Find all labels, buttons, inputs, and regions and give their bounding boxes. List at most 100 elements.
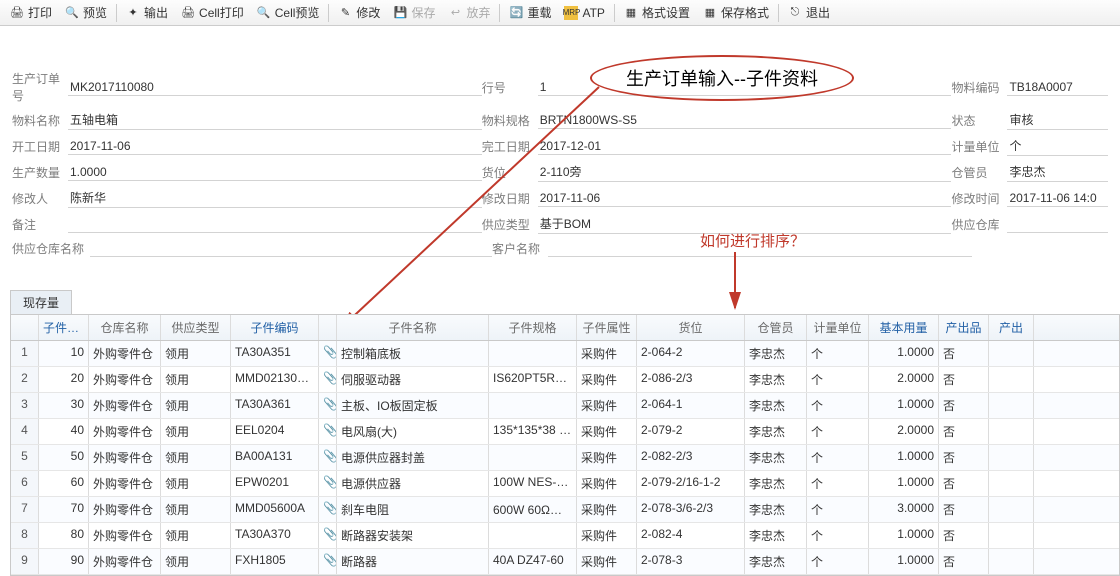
cell bbox=[489, 523, 577, 548]
lbl-unit: 计量单位 bbox=[951, 138, 1007, 155]
cell: EPW0201 bbox=[231, 471, 319, 496]
cell: 135*135*38 2… bbox=[489, 419, 577, 444]
col-index[interactable] bbox=[11, 315, 39, 340]
val-mat-code[interactable]: TB18A0007 bbox=[1007, 79, 1108, 96]
table-row[interactable]: 110外购零件仓领用TA30A351📎控制箱底板采购件2-064-2李忠杰个1.… bbox=[11, 341, 1119, 367]
toolbar-icon: ▦ bbox=[703, 6, 717, 20]
tab-stock[interactable]: 现存量 bbox=[10, 290, 72, 314]
col-base[interactable]: 基本用量 bbox=[869, 315, 939, 340]
cell: 3.0000 bbox=[869, 497, 939, 522]
cell: 4 bbox=[11, 419, 39, 444]
cell: 领用 bbox=[161, 393, 231, 418]
val-loc[interactable]: 2-110旁 bbox=[538, 162, 952, 182]
cell: MMD05600A bbox=[231, 497, 319, 522]
toolbar-格式设置[interactable]: ▦格式设置 bbox=[618, 2, 696, 23]
col-code[interactable]: 子件编码 bbox=[231, 315, 319, 340]
toolbar-Cell预览[interactable]: 🔍Cell预览 bbox=[251, 2, 326, 23]
toolbar-保存格式[interactable]: ▦保存格式 bbox=[697, 2, 775, 23]
toolbar-icon: ▦ bbox=[624, 6, 638, 20]
toolbar-重载[interactable]: 🔄重载 bbox=[503, 2, 557, 23]
toolbar-退出[interactable]: ⎋退出 bbox=[782, 2, 836, 23]
toolbar-修改[interactable]: ✎ 修改 bbox=[332, 2, 386, 23]
col-unit[interactable]: 计量单位 bbox=[807, 315, 869, 340]
table-row[interactable]: 330外购零件仓领用TA30A361📎主板、IO板固定板采购件2-064-1李忠… bbox=[11, 393, 1119, 419]
toolbar-打印[interactable]: 🖨打印 bbox=[4, 2, 58, 23]
val-keeper[interactable]: 李忠杰 bbox=[1007, 162, 1108, 182]
val-remark[interactable] bbox=[68, 216, 482, 233]
val-qty[interactable]: 1.0000 bbox=[68, 164, 482, 181]
cell: 李忠杰 bbox=[745, 419, 807, 444]
cell: 领用 bbox=[161, 445, 231, 470]
col-spec[interactable]: 子件规格 bbox=[489, 315, 577, 340]
val-end[interactable]: 2017-12-01 bbox=[538, 138, 952, 155]
col-row[interactable]: 子件行… bbox=[39, 315, 89, 340]
toolbar-输出[interactable]: ✦输出 bbox=[120, 2, 174, 23]
col-sup[interactable]: 供应类型 bbox=[161, 315, 231, 340]
val-sup-wh[interactable] bbox=[1007, 216, 1108, 233]
val-mod-date[interactable]: 2017-11-06 bbox=[538, 190, 952, 207]
table-row[interactable]: 220外购零件仓领用MMD021300H…📎伺服驱动器IS620PT5R4I…采… bbox=[11, 367, 1119, 393]
col-loc[interactable]: 货位 bbox=[637, 315, 745, 340]
cell: 📎 bbox=[319, 367, 337, 392]
cell: 50 bbox=[39, 445, 89, 470]
col-out[interactable]: 产出品 bbox=[939, 315, 989, 340]
cell: 李忠杰 bbox=[745, 497, 807, 522]
toolbar-label: 放弃 bbox=[466, 4, 490, 21]
lbl-modifier: 修改人 bbox=[12, 190, 68, 207]
cell: 领用 bbox=[161, 367, 231, 392]
val-mod-time[interactable]: 2017-11-06 14:0 bbox=[1007, 190, 1108, 207]
cell: 600W 60Ω（… bbox=[489, 497, 577, 522]
table-row[interactable]: 440外购零件仓领用EEL0204📎电风扇(大)135*135*38 2…采购件… bbox=[11, 419, 1119, 445]
annotation-text: 如何进行排序？ bbox=[700, 230, 805, 251]
table-row[interactable]: 880外购零件仓领用TA30A370📎断路器安装架采购件2-082-4李忠杰个1… bbox=[11, 523, 1119, 549]
cell: 采购件 bbox=[577, 367, 637, 392]
cell: 1.0000 bbox=[869, 445, 939, 470]
cell: 20 bbox=[39, 367, 89, 392]
cell: IS620PT5R4I… bbox=[489, 367, 577, 392]
cell bbox=[989, 471, 1034, 496]
table-row[interactable]: 990外购零件仓领用FXH1805📎断路器40A DZ47-60采购件2-078… bbox=[11, 549, 1119, 575]
col-clip[interactable] bbox=[319, 315, 337, 340]
cell: 外购零件仓 bbox=[89, 471, 161, 496]
cell bbox=[989, 419, 1034, 444]
toolbar-icon: ✎ bbox=[338, 6, 352, 20]
cell: 2-079-2/16-1-2 bbox=[637, 471, 745, 496]
cell: 主板、IO板固定板 bbox=[337, 393, 489, 418]
cell: 刹车电阻 bbox=[337, 497, 489, 522]
val-order-no[interactable]: MK2017110080 bbox=[68, 79, 482, 96]
val-start[interactable]: 2017-11-06 bbox=[68, 138, 482, 155]
cell: 采购件 bbox=[577, 393, 637, 418]
table-row[interactable]: 770外购零件仓领用MMD05600A📎刹车电阻600W 60Ω（…采购件2-0… bbox=[11, 497, 1119, 523]
toolbar-Cell打印[interactable]: 🖨Cell打印 bbox=[175, 2, 250, 23]
col-keeper[interactable]: 仓管员 bbox=[745, 315, 807, 340]
lbl-sup-type: 供应类型 bbox=[482, 216, 538, 233]
toolbar-icon: 🖨 bbox=[181, 6, 195, 20]
val-unit[interactable]: 个 bbox=[1007, 136, 1108, 156]
cell: 采购件 bbox=[577, 471, 637, 496]
toolbar-separator bbox=[778, 4, 779, 22]
col-attr[interactable]: 子件属性 bbox=[577, 315, 637, 340]
val-mat-spec[interactable]: BRTN1800WS-S5 bbox=[538, 112, 952, 129]
lbl-mod-time: 修改时间 bbox=[951, 190, 1007, 207]
cell: 领用 bbox=[161, 523, 231, 548]
table-row[interactable]: 660外购零件仓领用EPW0201📎电源供应器100W NES-1…采购件2-0… bbox=[11, 471, 1119, 497]
cell: 领用 bbox=[161, 497, 231, 522]
val-modifier[interactable]: 陈新华 bbox=[68, 188, 482, 208]
val-mat-name[interactable]: 五轴电箱 bbox=[68, 110, 482, 130]
toolbar-ATP[interactable]: MRPATP bbox=[558, 4, 610, 22]
grid-header: 子件行… 仓库名称 供应类型 子件编码 子件名称 子件规格 子件属性 货位 仓管… bbox=[11, 315, 1119, 341]
cell: 80 bbox=[39, 523, 89, 548]
cell: 电源供应器封盖 bbox=[337, 445, 489, 470]
col-wh[interactable]: 仓库名称 bbox=[89, 315, 161, 340]
toolbar-label: 修改 bbox=[356, 4, 380, 21]
toolbar-预览[interactable]: 🔍预览 bbox=[59, 2, 113, 23]
col-name[interactable]: 子件名称 bbox=[337, 315, 489, 340]
cell: 30 bbox=[39, 393, 89, 418]
cell: 电风扇(大) bbox=[337, 419, 489, 444]
grid-region: 现存量 子件行… 仓库名称 供应类型 子件编码 子件名称 子件规格 子件属性 货… bbox=[10, 290, 1120, 576]
val-sup-wh-name[interactable] bbox=[90, 240, 492, 257]
table-row[interactable]: 550外购零件仓领用BA00A131📎电源供应器封盖采购件2-082-2/3李忠… bbox=[11, 445, 1119, 471]
col-last[interactable]: 产出 bbox=[989, 315, 1034, 340]
cell: 📎 bbox=[319, 393, 337, 418]
val-status[interactable]: 审核 bbox=[1007, 110, 1108, 130]
